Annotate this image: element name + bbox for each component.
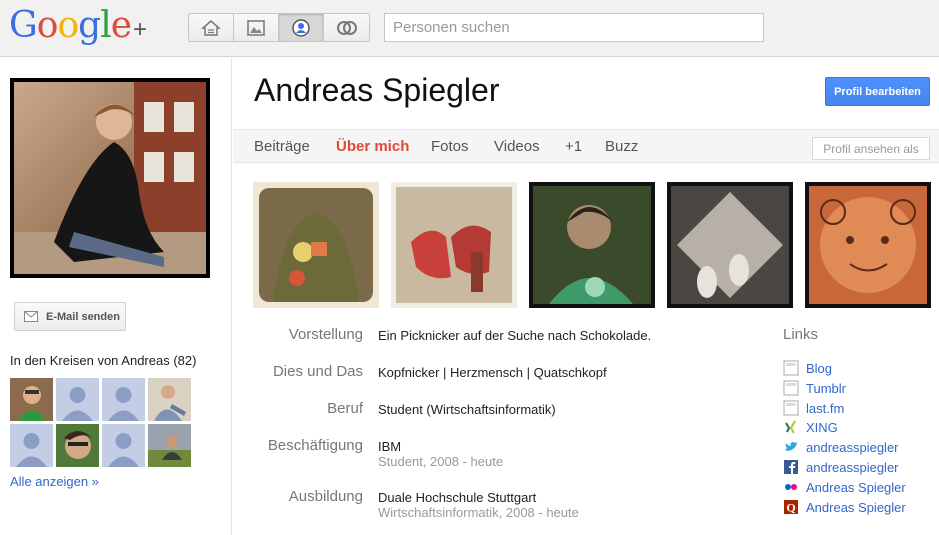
links-title: Links (783, 326, 819, 343)
link-xing[interactable]: XING (783, 418, 838, 436)
photos-icon (247, 19, 265, 36)
show-all-link[interactable]: Alle anzeigen » (10, 474, 99, 489)
profile-icon (292, 18, 310, 37)
about-value-beschaeftigung: IBM (378, 439, 402, 454)
nav-circles-button[interactable] (324, 14, 369, 41)
link-quora[interactable]: Q Andreas Spiegler (783, 498, 906, 516)
logo-plus: + (133, 16, 148, 43)
profile-photo-image (14, 82, 206, 274)
link-label: Andreas Spiegler (806, 499, 906, 515)
nav-home-button[interactable] (189, 14, 234, 41)
quora-icon: Q (783, 499, 799, 515)
left-sidebar: E-Mail senden In den Kreisen von Andreas… (0, 58, 232, 535)
nav-profile-button[interactable] (279, 14, 324, 41)
about-sub-ausbildung: Wirtschaftsinformatik, 2008 - heute (378, 505, 579, 520)
link-label: XING (806, 419, 838, 435)
tab-plusone[interactable]: +1 (565, 138, 582, 155)
about-value-ausbildung: Duale Hochschule Stuttgart (378, 490, 537, 505)
page-icon (783, 380, 799, 396)
about-label-beschaeftigung: Beschäftigung (267, 437, 363, 454)
link-label: Blog (806, 360, 833, 376)
xing-icon (783, 419, 799, 435)
photo-thumbnail[interactable] (529, 182, 655, 308)
link-facebook[interactable]: andreasspiegler (783, 458, 899, 476)
about-label-vorstellung: Vorstellung (288, 326, 363, 343)
about-label-ausbildung: Ausbildung (288, 488, 363, 505)
link-label: Andreas Spiegler (806, 479, 906, 495)
about-value-beruf: Student (Wirtschaftsinformatik) (378, 402, 556, 417)
circles-icon (336, 20, 357, 35)
home-icon (201, 19, 221, 36)
mail-icon (24, 311, 38, 322)
view-profile-as-button[interactable]: Profil ansehen als (812, 137, 930, 160)
tab-videos[interactable]: Videos (494, 138, 540, 155)
link-tumblr[interactable]: Tumblr (783, 379, 846, 397)
tab-photos[interactable]: Fotos (431, 138, 469, 155)
about-sub-beschaeftigung: Student, 2008 - heute (378, 454, 504, 469)
tab-buzz[interactable]: Buzz (605, 138, 638, 155)
tab-about[interactable]: Über mich (336, 138, 409, 155)
photo-thumbnail[interactable] (805, 182, 931, 308)
flickr-icon (783, 479, 799, 495)
link-flickr[interactable]: Andreas Spiegler (783, 478, 906, 496)
twitter-icon (783, 439, 799, 455)
about-value-dies-und-das: Kopfnicker | Herzmensch | Quatschkopf (378, 365, 607, 380)
link-label: andreasspiegler (806, 439, 899, 455)
link-label: Tumblr (806, 380, 846, 396)
about-value-vorstellung: Ein Picknicker auf der Suche nach Schoko… (378, 328, 652, 343)
link-blog[interactable]: Blog (783, 359, 832, 377)
logo-wordmark: Google (9, 5, 132, 46)
facebook-icon (783, 459, 799, 475)
nav-photos-button[interactable] (234, 14, 279, 41)
top-bar: Google + (0, 0, 939, 57)
page-icon (783, 400, 799, 416)
photo-thumbnail[interactable] (667, 182, 793, 308)
tab-posts[interactable]: Beiträge (254, 138, 310, 155)
profile-name: Andreas Spiegler (254, 72, 500, 108)
people-search-input[interactable] (384, 13, 764, 42)
link-twitter[interactable]: andreasspiegler (783, 438, 899, 456)
page-icon (783, 360, 799, 376)
profile-photo[interactable] (10, 78, 210, 278)
about-label-dies-und-das: Dies und Das (272, 363, 363, 380)
photo-thumbnail[interactable] (253, 182, 379, 308)
photo-thumbnail[interactable] (391, 182, 517, 308)
link-label: andreasspiegler (806, 459, 899, 475)
send-email-label: E-Mail senden (46, 310, 120, 323)
link-label: last.fm (806, 400, 845, 416)
edit-profile-button[interactable]: Profil bearbeiten (825, 77, 930, 106)
about-label-beruf: Beruf (327, 400, 363, 417)
nav-buttons (188, 13, 370, 42)
svg-text:Q: Q (786, 501, 795, 515)
link-lastfm[interactable]: last.fm (783, 399, 844, 417)
google-plus-logo[interactable]: Google + (9, 6, 147, 46)
